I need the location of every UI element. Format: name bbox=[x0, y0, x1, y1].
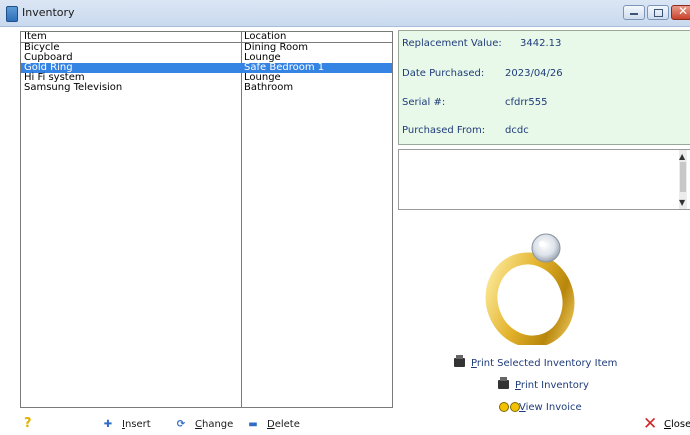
purchased-from-value: dcdc bbox=[505, 125, 529, 136]
plus-icon: ✚ bbox=[103, 419, 113, 430]
button-access-key: C bbox=[195, 419, 202, 430]
replacement-value-label: Replacement Value: bbox=[402, 38, 502, 49]
change-icon: ⟳ bbox=[176, 419, 186, 430]
link-label: iew Invoice bbox=[525, 402, 582, 413]
notes-scrollbar[interactable]: ▲ ▼ bbox=[679, 150, 687, 209]
link-access-key: V bbox=[519, 402, 526, 413]
close-button[interactable]: Close bbox=[664, 419, 690, 430]
button-label: lose bbox=[670, 419, 690, 430]
printer-icon bbox=[498, 377, 509, 389]
list-row[interactable]: Bicycle Dining Room bbox=[21, 43, 392, 53]
serial-label: Serial #: bbox=[402, 97, 446, 108]
button-access-key: C bbox=[664, 419, 671, 430]
delete-button[interactable]: ▬ Delete bbox=[247, 419, 300, 430]
app-icon bbox=[6, 6, 18, 22]
maximize-button[interactable] bbox=[647, 5, 669, 20]
title-bar: Inventory ✕ bbox=[0, 0, 690, 27]
maximize-icon bbox=[654, 9, 663, 17]
window-title: Inventory bbox=[22, 6, 75, 19]
change-button[interactable]: ⟳ Change bbox=[175, 419, 234, 430]
view-invoice-link[interactable]: View Invoice bbox=[499, 402, 582, 415]
print-inventory-link[interactable]: Print Inventory bbox=[498, 377, 589, 391]
date-purchased-value: 2023/04/26 bbox=[505, 68, 563, 79]
scroll-up-icon[interactable]: ▲ bbox=[679, 152, 685, 161]
print-selected-item-link[interactable]: Print Selected Inventory Item bbox=[454, 355, 618, 369]
purchased-from-label: Purchased From: bbox=[402, 125, 486, 136]
column-header-item[interactable]: Item bbox=[24, 32, 47, 42]
button-label: elete bbox=[274, 419, 300, 430]
inventory-list[interactable]: Item Location Bicycle Dining Room Cupboa… bbox=[20, 31, 393, 408]
help-icon[interactable]: ? bbox=[24, 416, 32, 431]
button-label: hange bbox=[201, 419, 234, 430]
button-access-key: D bbox=[267, 419, 275, 430]
minimize-button[interactable] bbox=[623, 5, 645, 20]
date-purchased-label: Date Purchased: bbox=[402, 68, 485, 79]
list-row[interactable]: Cupboard Lounge bbox=[21, 53, 392, 63]
close-x-icon[interactable]: ✕ bbox=[643, 414, 657, 434]
notes-textarea[interactable]: ▲ ▼ bbox=[398, 149, 690, 210]
link-label: rint Inventory bbox=[520, 380, 589, 391]
row-location: Bathroom bbox=[244, 82, 294, 93]
close-icon: ✕ bbox=[678, 4, 689, 18]
item-details-panel: Replacement Value: 3442.13 Date Purchase… bbox=[398, 30, 690, 145]
replacement-value: 3442.13 bbox=[520, 38, 562, 49]
serial-value: cfdrr555 bbox=[505, 97, 548, 108]
view-eyes-icon bbox=[499, 402, 520, 415]
insert-button[interactable]: ✚ Insert bbox=[102, 419, 151, 430]
list-rows: Bicycle Dining Room Cupboard Lounge Gold… bbox=[21, 43, 392, 93]
scroll-thumb[interactable] bbox=[680, 162, 686, 192]
minimize-icon bbox=[630, 13, 638, 15]
minus-icon: ▬ bbox=[248, 419, 258, 430]
scroll-down-icon[interactable]: ▼ bbox=[679, 198, 685, 207]
column-header-location[interactable]: Location bbox=[244, 32, 286, 42]
list-header: Item Location bbox=[21, 32, 392, 43]
item-photo bbox=[485, 233, 575, 345]
link-label: rint Selected Inventory Item bbox=[476, 358, 618, 369]
button-label: nsert bbox=[124, 419, 151, 430]
list-row[interactable]: Samsung Television Bathroom bbox=[21, 83, 392, 93]
printer-icon bbox=[454, 355, 465, 367]
row-item: Samsung Television bbox=[24, 82, 123, 93]
window-close-button[interactable]: ✕ bbox=[671, 4, 690, 20]
